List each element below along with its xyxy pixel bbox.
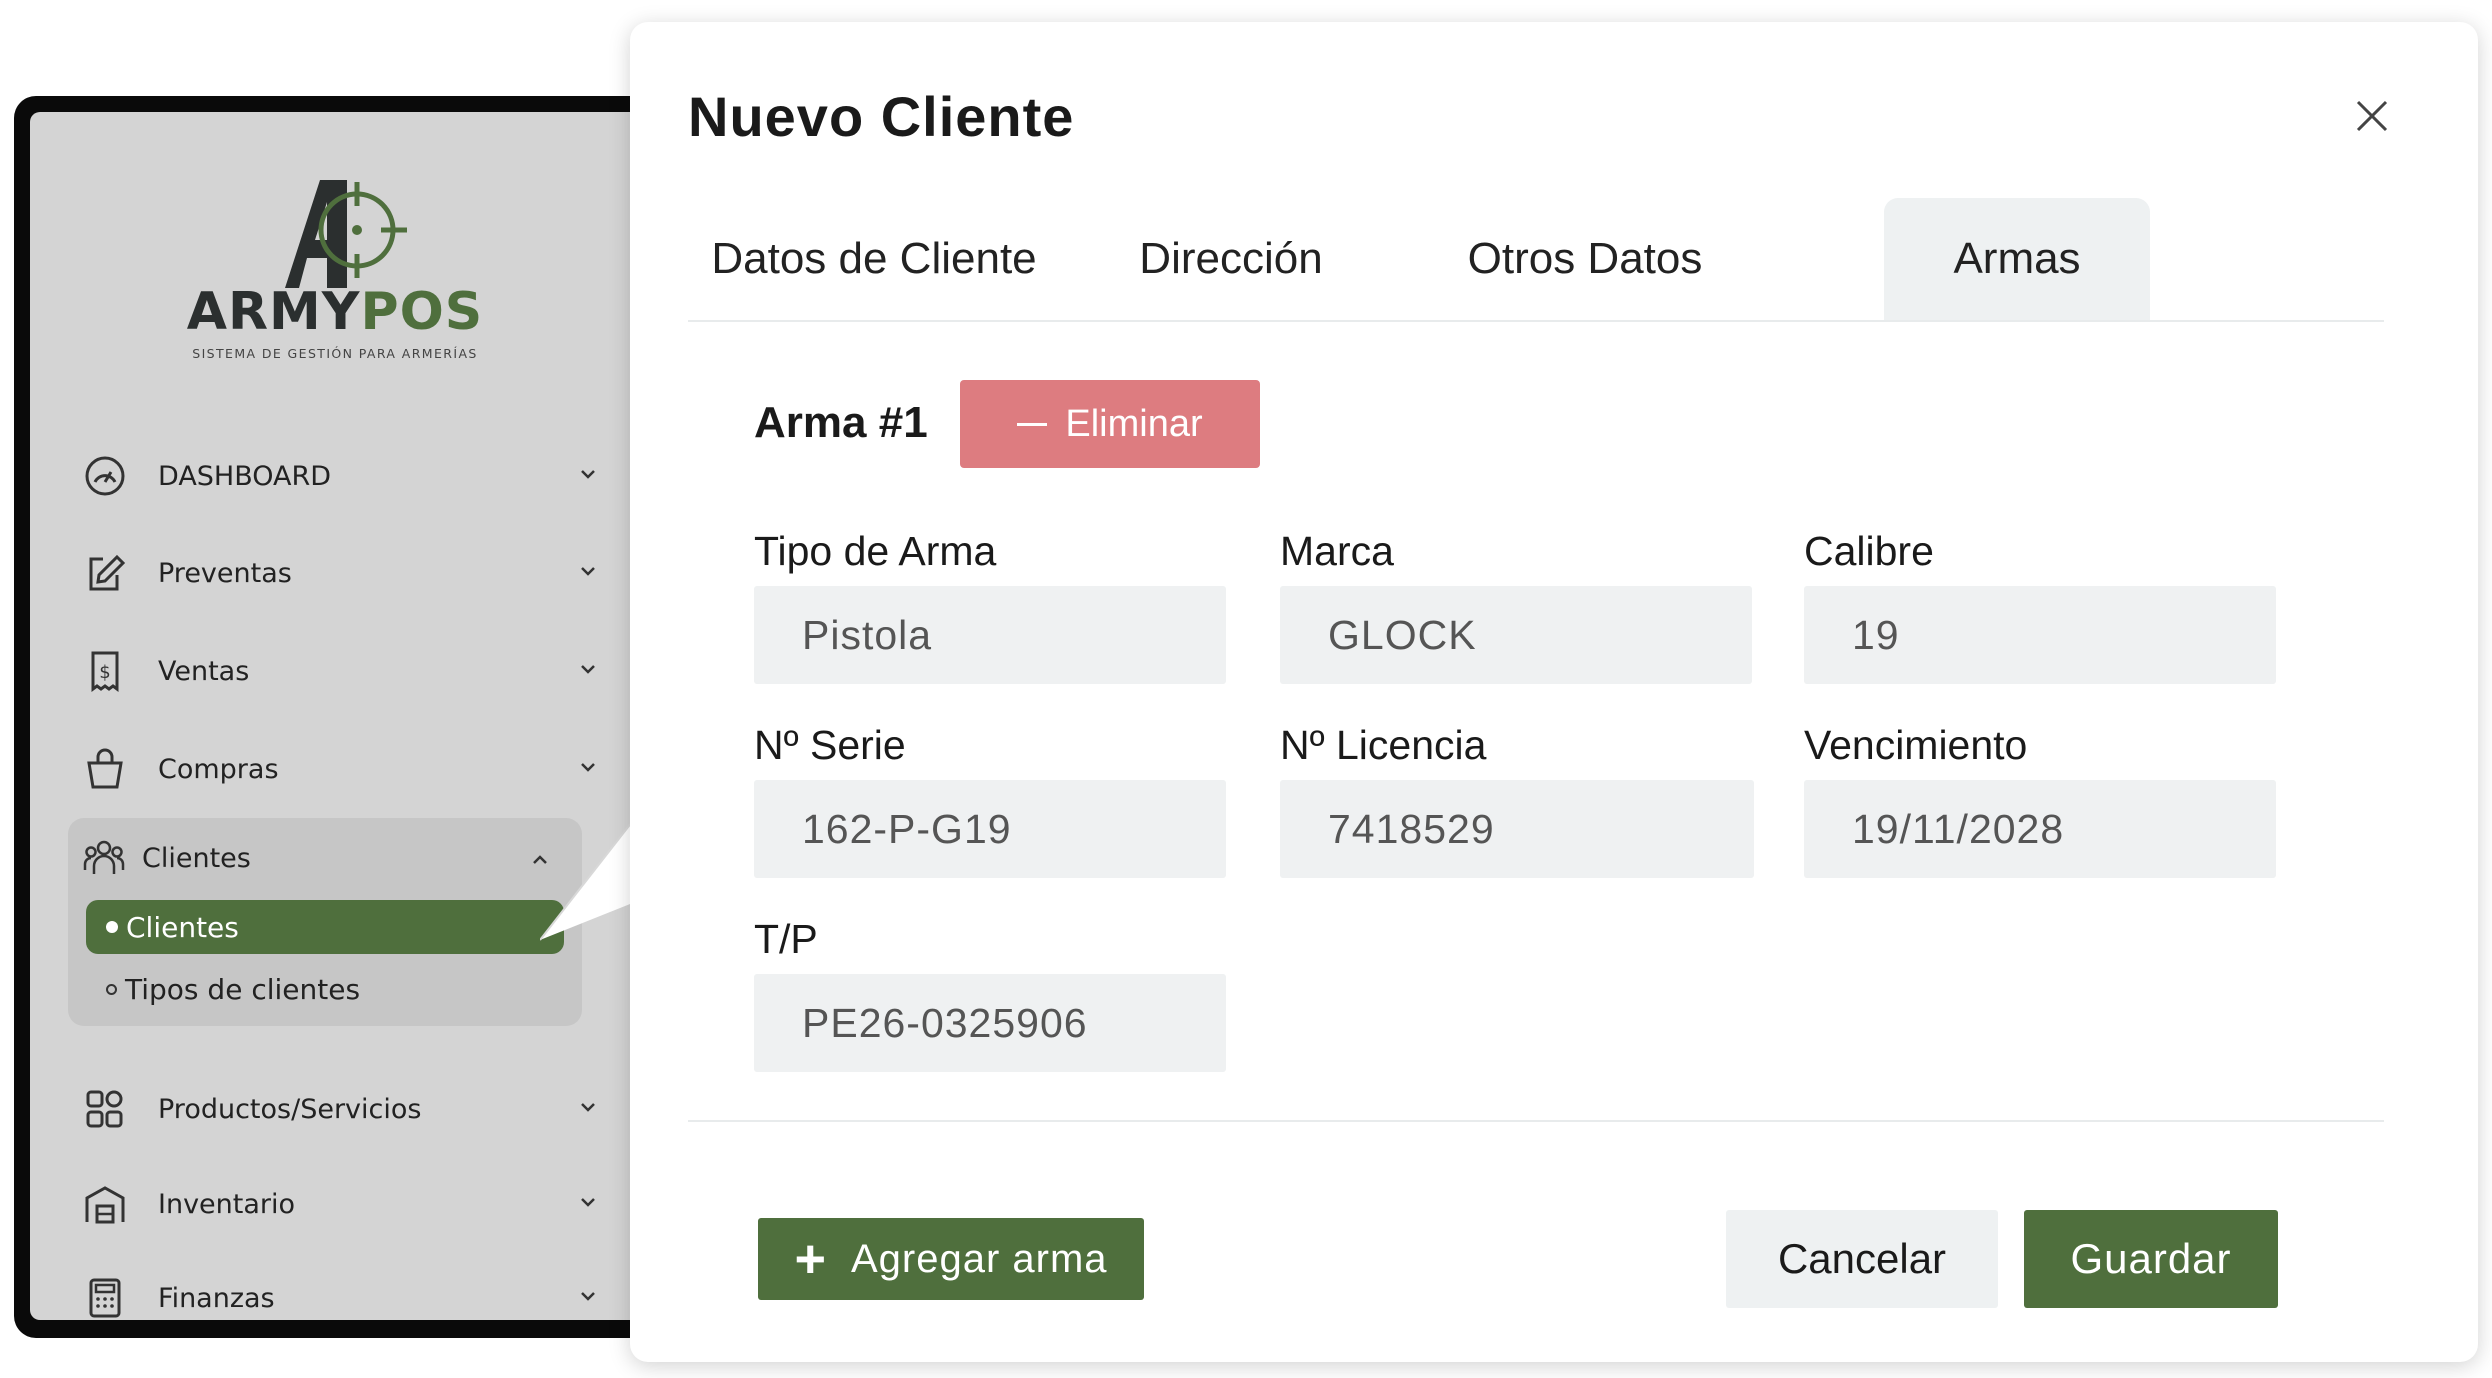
- edit-pencil-icon: [80, 548, 130, 598]
- licencia-value: 7418529: [1328, 805, 1495, 852]
- brand-wordmark: ARMYPOS: [30, 282, 640, 342]
- licencia-label: Nº Licencia: [1280, 722, 1487, 768]
- calibre-field[interactable]: 19: [1804, 586, 2276, 684]
- chevron-down-icon: [581, 1103, 595, 1112]
- chevron-down-icon: [581, 1292, 595, 1301]
- marca-label: Marca: [1280, 528, 1394, 574]
- chevron-down-icon: [581, 1198, 595, 1207]
- sidebar-item-label: Finanzas: [158, 1282, 275, 1314]
- grid-icon: [80, 1084, 130, 1134]
- sidebar-item-inventario[interactable]: Inventario: [80, 1174, 600, 1234]
- sidebar-item-clientes[interactable]: Clientes: [68, 818, 582, 898]
- marca-value: GLOCK: [1328, 611, 1477, 658]
- sidebar-item-label: Compras: [158, 753, 279, 785]
- marca-field[interactable]: GLOCK: [1280, 586, 1752, 684]
- tp-field[interactable]: PE26-0325906: [754, 974, 1226, 1072]
- tp-label: T/P: [754, 916, 818, 962]
- serie-label: Nº Serie: [754, 722, 906, 768]
- save-button[interactable]: Guardar: [2024, 1210, 2278, 1308]
- calibre-value: 19: [1852, 611, 1900, 658]
- calculator-icon: [80, 1273, 130, 1320]
- tab-datos-cliente[interactable]: Datos de Cliente: [688, 198, 1060, 320]
- sidebar-item-compras[interactable]: Compras: [80, 739, 600, 799]
- sidebar-subitem-tipos-clientes[interactable]: Tipos de clientes: [86, 962, 360, 1016]
- sidebar-item-label: Ventas: [158, 655, 250, 687]
- sidebar-subitem-label: Clientes: [126, 910, 239, 944]
- tab-otros-datos[interactable]: Otros Datos: [1412, 198, 1758, 320]
- sidebar-subitem-label: Tipos de clientes: [125, 972, 361, 1006]
- chevron-down-icon: [581, 567, 595, 576]
- weapon-title: Arma #1: [754, 398, 928, 447]
- sidebar-item-preventas[interactable]: Preventas: [80, 543, 600, 603]
- sidebar-item-finanzas[interactable]: Finanzas: [80, 1268, 600, 1320]
- tipo-arma-value: Pistola: [802, 611, 933, 658]
- modal-title: Nuevo Cliente: [688, 85, 1075, 148]
- brand-name-part2: POS: [360, 282, 484, 342]
- serie-value: 162-P-G19: [802, 805, 1012, 852]
- brand-name-part1: ARMY: [186, 282, 361, 342]
- cancel-button[interactable]: Cancelar: [1726, 1210, 1998, 1308]
- plus-icon: +: [794, 1229, 827, 1289]
- warehouse-icon: [80, 1179, 130, 1229]
- dashboard-gauge-icon: [80, 451, 130, 501]
- new-client-modal: Nuevo Cliente Datos de Cliente Dirección…: [630, 22, 2478, 1362]
- vencimiento-field[interactable]: 19/11/2028: [1804, 780, 2276, 878]
- tab-armas[interactable]: Armas: [1884, 198, 2150, 320]
- delete-weapon-label: Eliminar: [1065, 402, 1203, 445]
- add-weapon-button[interactable]: + Agregar arma: [758, 1218, 1144, 1300]
- sidebar: ARMYPOS SISTEMA DE GESTIÓN PARA ARMERÍAS…: [30, 112, 674, 1320]
- calibre-label: Calibre: [1804, 528, 1934, 574]
- sidebar-group-clientes: Clientes Clientes Tipos de clientes: [68, 818, 582, 1026]
- footer-divider: [688, 1120, 2384, 1122]
- sidebar-item-label: Preventas: [158, 557, 292, 589]
- minus-icon: [1017, 422, 1048, 426]
- tipo-arma-label: Tipo de Arma: [754, 528, 997, 574]
- svg-text:$: $: [99, 662, 110, 683]
- sidebar-subitem-clientes[interactable]: Clientes: [86, 900, 564, 954]
- chevron-down-icon: [581, 470, 595, 479]
- chevron-down-icon: [581, 665, 595, 674]
- tab-direccion[interactable]: Dirección: [1068, 198, 1394, 320]
- serie-field[interactable]: 162-P-G19: [754, 780, 1226, 878]
- users-icon: [82, 836, 126, 880]
- close-icon[interactable]: [2352, 96, 2392, 136]
- sidebar-item-ventas[interactable]: $ Ventas: [80, 641, 600, 701]
- logo-mark-icon: [285, 180, 407, 288]
- vencimiento-value: 19/11/2028: [1852, 805, 2065, 852]
- tp-value: PE26-0325906: [802, 999, 1088, 1046]
- shopping-bag-icon: [80, 744, 130, 794]
- brand-tagline: SISTEMA DE GESTIÓN PARA ARMERÍAS: [192, 346, 478, 361]
- chevron-down-icon: [581, 763, 595, 772]
- vencimiento-label: Vencimiento: [1804, 722, 2028, 768]
- sidebar-item-label: DASHBOARD: [158, 460, 332, 492]
- sidebar-group-label: Clientes: [142, 842, 251, 874]
- licencia-field[interactable]: 7418529: [1280, 780, 1754, 878]
- sidebar-item-productos[interactable]: Productos/Servicios: [80, 1079, 600, 1139]
- sidebar-item-label: Productos/Servicios: [158, 1093, 422, 1125]
- modal-tabs: Datos de Cliente Dirección Otros Datos A…: [688, 198, 2384, 322]
- brand-logo: ARMYPOS SISTEMA DE GESTIÓN PARA ARMERÍAS: [30, 160, 640, 361]
- delete-weapon-button[interactable]: Eliminar: [960, 380, 1260, 468]
- add-weapon-label: Agregar arma: [850, 1236, 1108, 1281]
- bullet-outline-icon: [106, 983, 117, 995]
- sidebar-item-label: Inventario: [158, 1188, 296, 1220]
- receipt-dollar-icon: $: [80, 646, 130, 696]
- sidebar-item-dashboard[interactable]: DASHBOARD: [80, 446, 600, 506]
- tipo-arma-field[interactable]: Pistola: [754, 586, 1226, 684]
- bullet-filled-icon: [106, 921, 118, 933]
